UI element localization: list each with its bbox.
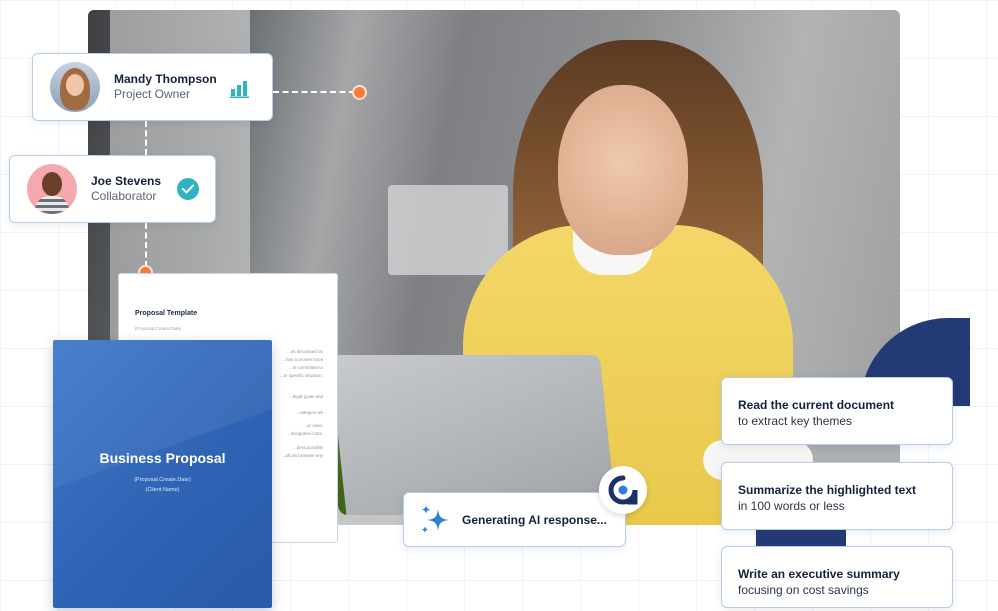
prompt-suggestion-summarize[interactable]: Summarize the highlighted text in 100 wo…: [721, 462, 953, 530]
document-text-line: ...is committed to: [288, 365, 323, 370]
photo-woman-face: [558, 85, 688, 255]
photo-monitor: [388, 185, 508, 275]
document-date-field: (Proposal.Create.Date): [135, 326, 182, 331]
cover-client-field: (Client.Name): [145, 487, 180, 493]
collaborator-info: Mandy Thompson Project Owner: [114, 72, 217, 102]
document-text-line: ...best possible: [292, 445, 323, 450]
connector-line: [273, 91, 355, 93]
prompt-subtitle: to extract key themes: [738, 414, 853, 428]
sparkle-icon: [421, 504, 449, 533]
document-title: Proposal Template: [135, 310, 198, 317]
connector-line-vertical: [145, 121, 147, 155]
prompt-suggestion-executive-summary[interactable]: Write an executive summary focusing on c…: [721, 546, 953, 608]
document-text-line: ...has a proven track: [282, 357, 323, 362]
bar-chart-icon: [230, 81, 249, 98]
business-proposal-cover[interactable]: Business Proposal (Proposal.Create.Date)…: [53, 340, 272, 608]
document-text-line: ...legal goals and: [288, 394, 323, 399]
avatar: [50, 62, 100, 112]
document-text-line: ...ur case,: [303, 423, 323, 428]
prompt-title: Write an executive summary: [738, 567, 900, 581]
document-text-line: ...as discussed on: [286, 349, 323, 354]
collaborator-role: Collaborator: [91, 189, 157, 203]
prompt-title: Summarize the highlighted text: [738, 483, 917, 497]
prompt-subtitle: in 100 words or less: [738, 499, 845, 513]
prompt-title: Read the current document: [738, 398, 895, 412]
ai-status-text: Generating AI response...: [462, 512, 607, 527]
ai-status-card: Generating AI response...: [403, 492, 626, 547]
cover-title: Business Proposal: [99, 450, 226, 466]
prompt-subtitle: focusing on cost savings: [738, 583, 869, 597]
photo-laptop: [329, 355, 617, 515]
collaborator-role: Project Owner: [114, 87, 191, 101]
document-text-line: ...all and answer any: [281, 453, 323, 458]
cover-date-field: (Proposal.Create.Date): [134, 477, 191, 483]
document-text-line: ...nticipated costs.: [286, 431, 323, 436]
ai-assistant-logo-icon: [599, 466, 647, 514]
connector-dot: [352, 85, 367, 100]
collaborator-info: Joe Stevens Collaborator: [91, 174, 161, 204]
document-text-line: ...rategies we: [296, 410, 323, 415]
document-text-line: ...ur specific situation.: [279, 373, 323, 378]
connector-line-vertical: [145, 223, 147, 267]
avatar: [27, 164, 77, 214]
collaborator-card-joe[interactable]: Joe Stevens Collaborator: [9, 155, 216, 223]
collaborator-name: Mandy Thompson: [114, 72, 217, 86]
prompt-suggestion-read-document[interactable]: Read the current document to extract key…: [721, 377, 953, 445]
collaborator-card-mandy[interactable]: Mandy Thompson Project Owner: [32, 53, 273, 121]
collaborator-name: Joe Stevens: [91, 174, 162, 188]
check-circle-icon: [177, 178, 199, 200]
